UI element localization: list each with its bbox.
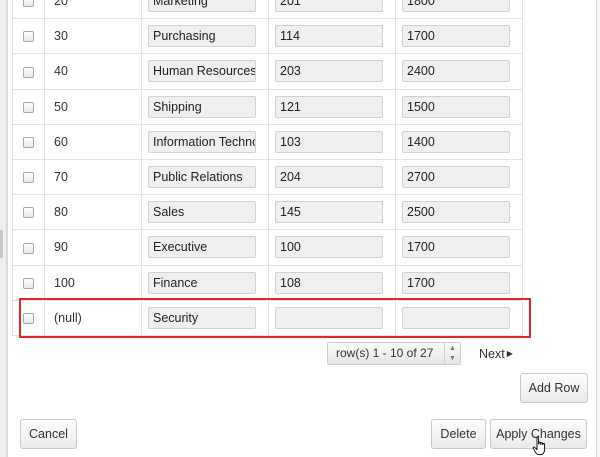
department-name-input[interactable]: Marketing <box>148 0 256 13</box>
location-id-input[interactable]: 2500 <box>402 201 510 224</box>
department-id-cell: 20 <box>44 0 142 20</box>
manager-id-input[interactable]: 108 <box>275 271 383 294</box>
department-id-cell: (null) <box>44 299 142 336</box>
pagination-select[interactable]: row(s) 1 - 10 of 27 ▲ ▼ <box>327 342 461 365</box>
row-select-checkbox[interactable] <box>23 207 34 219</box>
cancel-button[interactable]: Cancel <box>20 419 77 449</box>
department-id-cell: 60 <box>44 123 142 160</box>
hand-cursor-icon <box>532 436 546 456</box>
table-row: 30 Purchasing 114 1700 <box>12 18 523 55</box>
table-row: 100 Finance 108 1700 <box>12 264 523 301</box>
row-select-checkbox[interactable] <box>23 31 34 43</box>
location-id-input[interactable]: 2400 <box>402 60 510 83</box>
location-id-input[interactable]: 1800 <box>402 0 510 13</box>
table-row: 70 Public Relations 204 2700 <box>12 158 523 196</box>
manager-id-input[interactable]: 204 <box>275 166 383 189</box>
row-select-checkbox[interactable] <box>23 0 34 8</box>
location-id-input[interactable] <box>402 306 510 329</box>
delete-button[interactable]: Delete <box>431 419 486 449</box>
table-row: 40 Human Resources 203 2400 <box>12 53 523 90</box>
location-id-input[interactable]: 2700 <box>402 166 510 189</box>
location-id-input[interactable]: 1400 <box>402 130 510 153</box>
department-id-cell: 80 <box>44 194 142 231</box>
table-row: 50 Shipping 121 1500 <box>12 88 523 125</box>
department-id-cell: 40 <box>44 53 142 90</box>
department-name-input[interactable]: Sales <box>148 201 256 224</box>
next-label: Next <box>479 347 505 361</box>
manager-id-input[interactable]: 121 <box>275 95 383 118</box>
table-row: 20 Marketing 201 1800 <box>12 0 523 20</box>
row-select-checkbox[interactable] <box>23 277 34 289</box>
page: 20 Marketing 201 1800 30 Purchasing 114 … <box>0 0 600 457</box>
row-select-checkbox[interactable] <box>23 66 34 78</box>
department-id-cell: 90 <box>44 229 142 266</box>
department-id-cell: 50 <box>44 88 142 125</box>
department-id-cell: 30 <box>44 18 142 55</box>
row-select-checkbox[interactable] <box>23 242 34 254</box>
table-row-new: (null) Security <box>12 299 523 336</box>
row-select-checkbox[interactable] <box>23 101 34 113</box>
department-name-input[interactable]: Public Relations <box>148 166 256 189</box>
department-name-input[interactable]: Shipping <box>148 95 256 118</box>
department-name-input[interactable]: Human Resources <box>148 60 256 83</box>
table-body: 20 Marketing 201 1800 30 Purchasing 114 … <box>12 0 523 336</box>
table-row: 90 Executive 100 1700 <box>12 229 523 266</box>
table-row: 80 Sales 145 2500 <box>12 194 523 231</box>
caret-right-icon: ▶ <box>506 349 513 358</box>
next-page-link[interactable]: Next ▶ <box>479 347 513 361</box>
row-select-checkbox[interactable] <box>23 137 34 149</box>
department-name-input[interactable]: Finance <box>148 271 256 294</box>
location-id-input[interactable]: 1700 <box>402 25 510 48</box>
department-name-input[interactable]: Security <box>148 306 256 329</box>
pagination-range-label: row(s) 1 - 10 of 27 <box>336 346 434 360</box>
tabular-form-table: 20 Marketing 201 1800 30 Purchasing 114 … <box>12 0 523 336</box>
manager-id-input[interactable]: 145 <box>275 201 383 224</box>
department-id-cell: 70 <box>44 158 142 196</box>
manager-id-input[interactable]: 100 <box>275 236 383 259</box>
add-row-button[interactable]: Add Row <box>520 373 588 403</box>
location-id-input[interactable]: 1700 <box>402 236 510 259</box>
department-name-input[interactable]: Executive <box>148 236 256 259</box>
manager-id-input[interactable]: 103 <box>275 130 383 153</box>
row-select-checkbox[interactable] <box>23 172 34 184</box>
manager-id-input[interactable] <box>275 306 383 329</box>
table-row: 60 Information Technol 103 1400 <box>12 123 523 160</box>
manager-id-input[interactable]: 203 <box>275 60 383 83</box>
department-name-input[interactable]: Information Technol <box>148 130 256 153</box>
department-name-input[interactable]: Purchasing <box>148 25 256 48</box>
location-id-input[interactable]: 1500 <box>402 95 510 118</box>
location-id-input[interactable]: 1700 <box>402 271 510 294</box>
manager-id-input[interactable]: 114 <box>275 25 383 48</box>
left-edge <box>0 0 7 457</box>
row-select-checkbox[interactable] <box>23 312 34 324</box>
manager-id-input[interactable]: 201 <box>275 0 383 13</box>
department-id-cell: 100 <box>44 264 142 301</box>
spinner-arrows-icon: ▲ ▼ <box>444 343 460 364</box>
